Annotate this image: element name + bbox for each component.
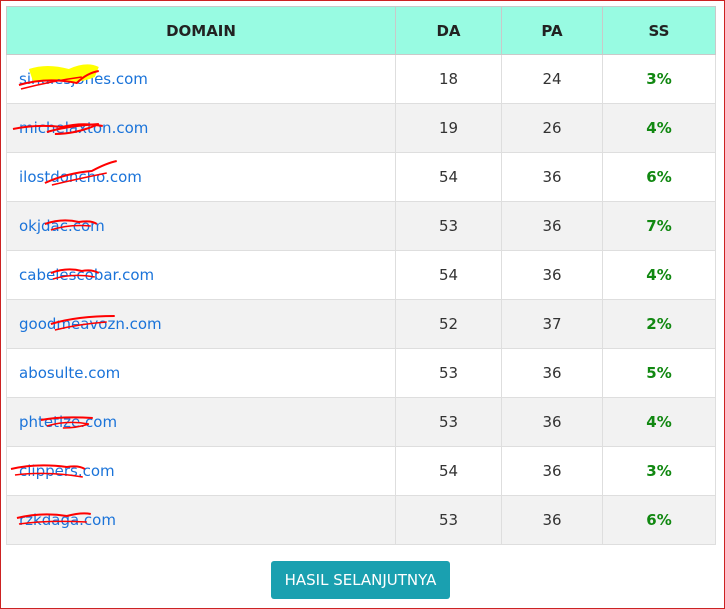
column-header-domain: DOMAIN	[6, 6, 396, 55]
da-cell: 54	[395, 446, 502, 496]
da-cell: 53	[395, 397, 502, 447]
pa-cell: 36	[501, 495, 603, 545]
column-header-ss: SS	[602, 6, 716, 55]
table-row: ilostdoncho.com 54 36 6%	[6, 152, 716, 202]
ss-cell: 5%	[602, 348, 716, 398]
domain-cell: goodmeavozn.com	[6, 299, 396, 349]
pa-cell: 36	[501, 201, 603, 251]
domain-cell: okjdac.com	[6, 201, 396, 251]
da-cell: 54	[395, 250, 502, 300]
pa-cell: 24	[501, 54, 603, 104]
domain-link[interactable]: ilostdoncho.com	[19, 168, 142, 186]
domain-cell: rzkdaga.com	[6, 495, 396, 545]
column-header-pa: PA	[501, 6, 603, 55]
domain-link[interactable]: goodmeavozn.com	[19, 315, 162, 333]
table-row: goodmeavozn.com 52 37 2%	[6, 299, 716, 349]
ss-cell: 3%	[602, 54, 716, 104]
domain-link[interactable]: abosulte.com	[19, 364, 120, 382]
ss-cell: 4%	[602, 250, 716, 300]
domain-link[interactable]: cabelescobar.com	[19, 266, 154, 284]
table-row: sindiesjones.com 18 24 3%	[6, 54, 716, 104]
table-row: cabelescobar.com 54 36 4%	[6, 250, 716, 300]
ss-cell: 7%	[602, 201, 716, 251]
ss-cell: 2%	[602, 299, 716, 349]
domain-cell: ilostdoncho.com	[6, 152, 396, 202]
domain-cell: clippers.com	[6, 446, 396, 496]
domain-cell: cabelescobar.com	[6, 250, 396, 300]
ss-cell: 6%	[602, 495, 716, 545]
domain-link[interactable]: clippers.com	[19, 462, 115, 480]
table-row: okjdac.com 53 36 7%	[6, 201, 716, 251]
domain-link[interactable]: sindiesjones.com	[19, 70, 148, 88]
domain-cell: phtetize.com	[6, 397, 396, 447]
da-cell: 53	[395, 495, 502, 545]
da-cell: 54	[395, 152, 502, 202]
domain-link[interactable]: phtetize.com	[19, 413, 117, 431]
domain-metrics-table: DOMAIN DA PA SS sindiesjones.com 18 24 3…	[6, 6, 716, 545]
table-row: abosulte.com 53 36 5%	[6, 348, 716, 398]
table-row: phtetize.com 53 36 4%	[6, 397, 716, 447]
ss-cell: 4%	[602, 103, 716, 153]
pa-cell: 36	[501, 348, 603, 398]
table-row: michelaxton.com 19 26 4%	[6, 103, 716, 153]
ss-cell: 6%	[602, 152, 716, 202]
da-cell: 52	[395, 299, 502, 349]
pa-cell: 26	[501, 103, 603, 153]
pa-cell: 37	[501, 299, 603, 349]
pa-cell: 36	[501, 152, 603, 202]
domain-link[interactable]: okjdac.com	[19, 217, 105, 235]
da-cell: 19	[395, 103, 502, 153]
table-header-row: DOMAIN DA PA SS	[6, 6, 716, 55]
domain-link[interactable]: rzkdaga.com	[19, 511, 116, 529]
pa-cell: 36	[501, 250, 603, 300]
pa-cell: 36	[501, 446, 603, 496]
pa-cell: 36	[501, 397, 603, 447]
da-cell: 53	[395, 201, 502, 251]
column-header-da: DA	[395, 6, 502, 55]
da-cell: 53	[395, 348, 502, 398]
domain-cell: sindiesjones.com	[6, 54, 396, 104]
ss-cell: 3%	[602, 446, 716, 496]
table-row: clippers.com 54 36 3%	[6, 446, 716, 496]
next-results-button[interactable]: HASIL SELANJUTNYA	[271, 561, 450, 599]
domain-link[interactable]: michelaxton.com	[19, 119, 148, 137]
table-row: rzkdaga.com 53 36 6%	[6, 495, 716, 545]
domain-cell: abosulte.com	[6, 348, 396, 398]
domain-cell: michelaxton.com	[6, 103, 396, 153]
ss-cell: 4%	[602, 397, 716, 447]
da-cell: 18	[395, 54, 502, 104]
